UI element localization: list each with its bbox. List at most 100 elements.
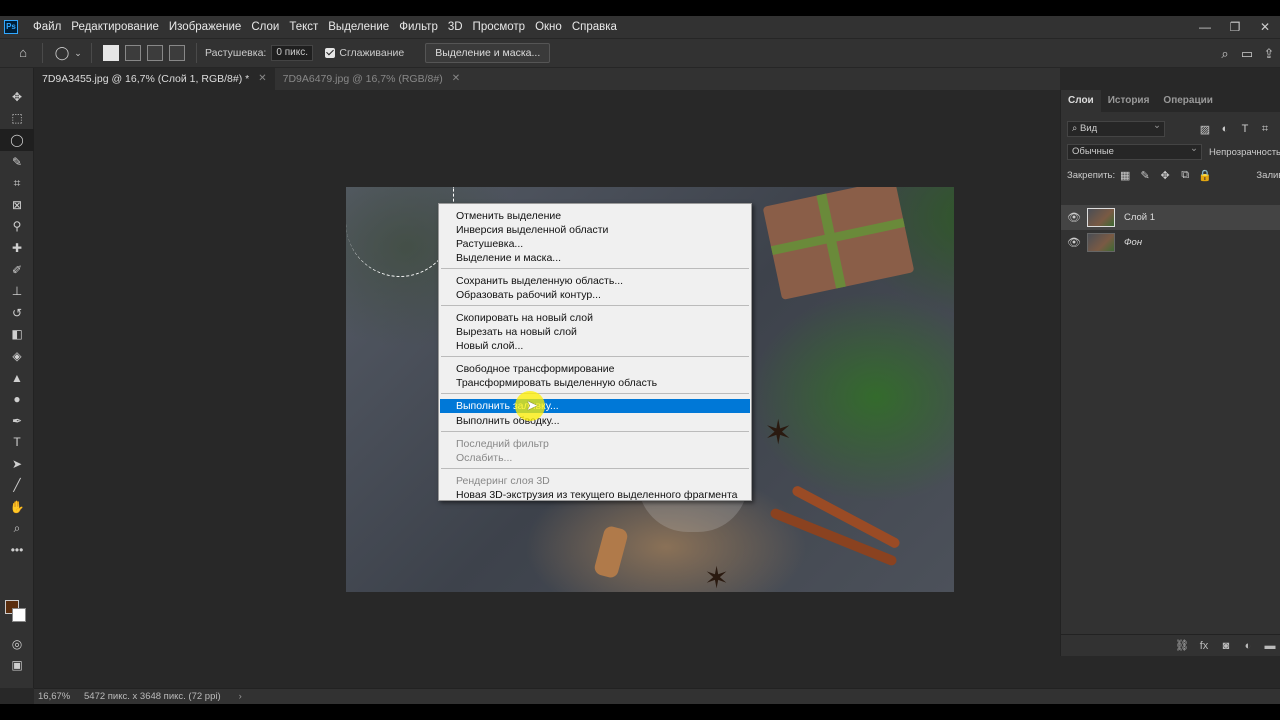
menu-3d[interactable]: 3D	[443, 21, 468, 33]
more-tools-icon[interactable]: •••	[0, 539, 34, 561]
eyedropper-tool-icon[interactable]: ⚲	[0, 216, 34, 238]
dodge-tool-icon[interactable]: ●	[0, 388, 34, 410]
add-selection-button[interactable]	[125, 45, 141, 61]
lock-all-icon[interactable]: 🔒	[1195, 169, 1215, 182]
status-menu-arrow[interactable]: ›	[239, 691, 242, 702]
add-mask-icon[interactable]: ◙	[1215, 640, 1237, 652]
menu-help[interactable]: Справка	[567, 21, 622, 33]
menu-layer[interactable]: Слои	[246, 21, 284, 33]
new-selection-button[interactable]	[103, 45, 119, 61]
blur-tool-icon[interactable]: ▲	[0, 367, 34, 389]
menu-filter[interactable]: Фильтр	[394, 21, 443, 33]
minimize-button[interactable]: —	[1190, 16, 1220, 38]
layer-row[interactable]: 👁 Фон	[1061, 230, 1280, 255]
chevron-down-icon[interactable]: ⌄	[73, 42, 83, 64]
feather-input[interactable]: 0 пикс.	[271, 45, 314, 61]
zoom-level[interactable]: 16,67%	[34, 691, 74, 702]
line-tool-icon[interactable]: ╱	[0, 475, 34, 497]
intersect-selection-button[interactable]	[169, 45, 185, 61]
eraser-tool-icon[interactable]: ◧	[0, 324, 34, 346]
layer-row[interactable]: 👁 Слой 1	[1061, 205, 1280, 230]
search-icon[interactable]: ⌕	[1214, 43, 1236, 65]
screen-mode-icon[interactable]: ▣	[0, 654, 34, 676]
blend-mode-select[interactable]: Обычные	[1067, 142, 1202, 160]
brush-tool-icon[interactable]: ✐	[0, 259, 34, 281]
tab-document-1[interactable]: 7D9A3455.jpg @ 16,7% (Слой 1, RGB/8#) * …	[34, 68, 275, 90]
crop-tool-icon[interactable]: ⌗	[0, 172, 34, 194]
lasso-tool-icon[interactable]: ◯	[0, 129, 34, 151]
menu-item-make-work-path[interactable]: Образовать рабочий контур...	[440, 288, 750, 302]
menu-item-layer-via-copy[interactable]: Скопировать на новый слой	[440, 311, 750, 325]
menu-item-deselect[interactable]: Отменить выделение	[440, 209, 750, 223]
link-layers-icon[interactable]: ⛓	[1171, 639, 1193, 652]
home-icon[interactable]: ⌂	[12, 42, 34, 64]
quick-select-tool-icon[interactable]: ✎	[0, 151, 34, 173]
menu-select[interactable]: Выделение	[323, 21, 394, 33]
menu-item-transform-selection[interactable]: Трансформировать выделенную область	[440, 376, 750, 390]
menu-item-new-layer[interactable]: Новый слой...	[440, 339, 750, 353]
image-filter-icon[interactable]: ▨	[1195, 123, 1215, 136]
subtract-selection-button[interactable]	[147, 45, 163, 61]
antialias-checkbox[interactable]	[325, 48, 336, 58]
menu-item-inverse[interactable]: Инверсия выделенной области	[440, 223, 750, 237]
type-tool-icon[interactable]: T	[0, 432, 34, 454]
menu-item-feather[interactable]: Растушевка...	[440, 237, 750, 251]
menu-item-free-transform[interactable]: Свободное трансформирование	[440, 362, 750, 376]
healing-brush-tool-icon[interactable]: ✚	[0, 237, 34, 259]
close-button[interactable]: ✕	[1250, 16, 1280, 38]
canvas-area[interactable]: ✶ ✶ Отменить выделение Инверсия выделенн…	[34, 90, 1060, 688]
lock-label: Закрепить:	[1067, 169, 1116, 181]
zoom-tool-icon[interactable]: ⌕	[0, 518, 34, 540]
type-filter-icon[interactable]: T	[1235, 123, 1255, 135]
paint-bucket-tool-icon[interactable]: ◈	[0, 345, 34, 367]
frame-tool-icon[interactable]: ⊠	[0, 194, 34, 216]
menu-item-new-3d-extrusion[interactable]: Новая 3D-экструзия из текущего выделенно…	[440, 488, 750, 502]
close-icon[interactable]: ✕	[258, 68, 266, 90]
menu-separator	[441, 431, 749, 432]
tab-document-2[interactable]: 7D9A6479.jpg @ 16,7% (RGB/8#) ✕	[275, 68, 468, 90]
tab-history[interactable]: История	[1101, 90, 1157, 112]
hand-tool-icon[interactable]: ✋	[0, 496, 34, 518]
lock-position-icon[interactable]: ✥	[1155, 169, 1175, 182]
workspace-icon[interactable]: ▭	[1236, 43, 1258, 65]
share-icon[interactable]: ⇪	[1258, 43, 1280, 65]
history-brush-tool-icon[interactable]: ↺	[0, 302, 34, 324]
menu-edit[interactable]: Редактирование	[66, 21, 164, 33]
toolbar: ✥ ⬚ ◯ ✎ ⌗ ⊠ ⚲ ✚ ✐ ⊥ ↺ ◧ ◈ ▲ ● ✒ T ➤ ╱ ✋ …	[0, 68, 34, 688]
move-tool-icon[interactable]: ✥	[0, 86, 34, 108]
layer-thumbnail	[1087, 233, 1115, 252]
new-group-icon[interactable]: ▬	[1259, 640, 1280, 652]
menu-item-stroke[interactable]: Выполнить обводку...	[440, 414, 750, 428]
menu-item-save-selection[interactable]: Сохранить выделенную область...	[440, 274, 750, 288]
shape-filter-icon[interactable]: ⌗	[1255, 123, 1275, 136]
menu-item-select-mask[interactable]: Выделение и маска...	[440, 251, 750, 265]
menu-view[interactable]: Просмотр	[468, 21, 531, 33]
menu-type[interactable]: Текст	[284, 21, 323, 33]
restore-button[interactable]: ❐	[1220, 16, 1250, 38]
lock-transparent-icon[interactable]: ▦	[1115, 169, 1135, 182]
menu-window[interactable]: Окно	[530, 21, 567, 33]
eye-icon[interactable]: 👁	[1061, 236, 1087, 249]
adjustment-layer-icon[interactable]: ◐	[1237, 640, 1259, 652]
menu-file[interactable]: Файл	[28, 21, 66, 33]
select-and-mask-button[interactable]: Выделение и маска...	[425, 43, 551, 63]
lock-pixels-icon[interactable]: ✎	[1135, 169, 1155, 182]
tab-layers[interactable]: Слои	[1061, 90, 1101, 112]
background-color-swatch[interactable]	[12, 608, 26, 622]
close-icon[interactable]: ✕	[452, 68, 460, 90]
pen-tool-icon[interactable]: ✒	[0, 410, 34, 432]
marquee-tool-icon[interactable]: ⬚	[0, 108, 34, 130]
tab-actions[interactable]: Операции	[1156, 90, 1220, 112]
eye-icon[interactable]: 👁	[1061, 211, 1087, 224]
clone-stamp-tool-icon[interactable]: ⊥	[0, 280, 34, 302]
layer-style-icon[interactable]: fx	[1193, 640, 1215, 652]
menu-image[interactable]: Изображение	[164, 21, 246, 33]
adjustment-filter-icon[interactable]: ◐	[1215, 123, 1235, 135]
lasso-tool-preset-icon[interactable]: ◯	[51, 42, 73, 64]
quick-mask-icon[interactable]: ◎	[0, 633, 34, 655]
menu-item-fill[interactable]: Выполнить заливку...	[440, 399, 750, 413]
lock-artboard-icon[interactable]: ⧉	[1175, 169, 1195, 182]
path-selection-tool-icon[interactable]: ➤	[0, 453, 34, 475]
menu-item-layer-via-cut[interactable]: Вырезать на новый слой	[440, 325, 750, 339]
layer-filter-select[interactable]: ⌕ Вид	[1067, 119, 1165, 137]
